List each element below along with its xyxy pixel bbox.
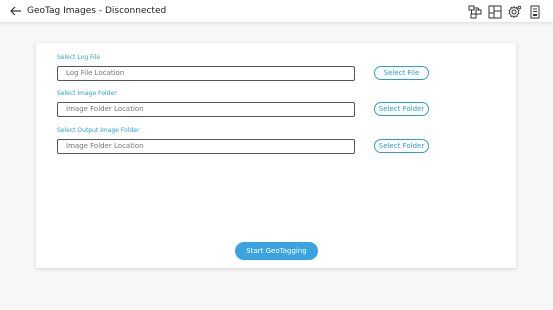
log-file-input[interactable] xyxy=(57,66,355,81)
log-file-label: Select Log File xyxy=(57,54,101,61)
image-folder-input[interactable] xyxy=(57,102,355,117)
select-image-folder-button[interactable]: Select Folder xyxy=(374,102,429,116)
output-folder-label: Select Output Image Folder xyxy=(57,127,140,134)
output-folder-input[interactable] xyxy=(57,139,355,154)
image-folder-label: Select Image Folder xyxy=(57,90,117,97)
page-title: GeoTag Images - Disconnected xyxy=(27,6,167,16)
start-geotagging-button[interactable]: Start GeoTagging xyxy=(235,242,318,260)
network-icon[interactable] xyxy=(468,4,482,19)
back-arrow-icon[interactable] xyxy=(8,3,24,19)
select-file-button[interactable]: Select File xyxy=(374,66,429,80)
settings-icon[interactable] xyxy=(508,4,522,19)
layout-icon[interactable] xyxy=(488,4,502,19)
geotag-form-card: Select Log File Select File Select Image… xyxy=(36,43,516,268)
select-output-folder-button[interactable]: Select Folder xyxy=(374,139,429,153)
report-icon[interactable] xyxy=(528,4,542,19)
app-header: GeoTag Images - Disconnected xyxy=(0,0,553,22)
